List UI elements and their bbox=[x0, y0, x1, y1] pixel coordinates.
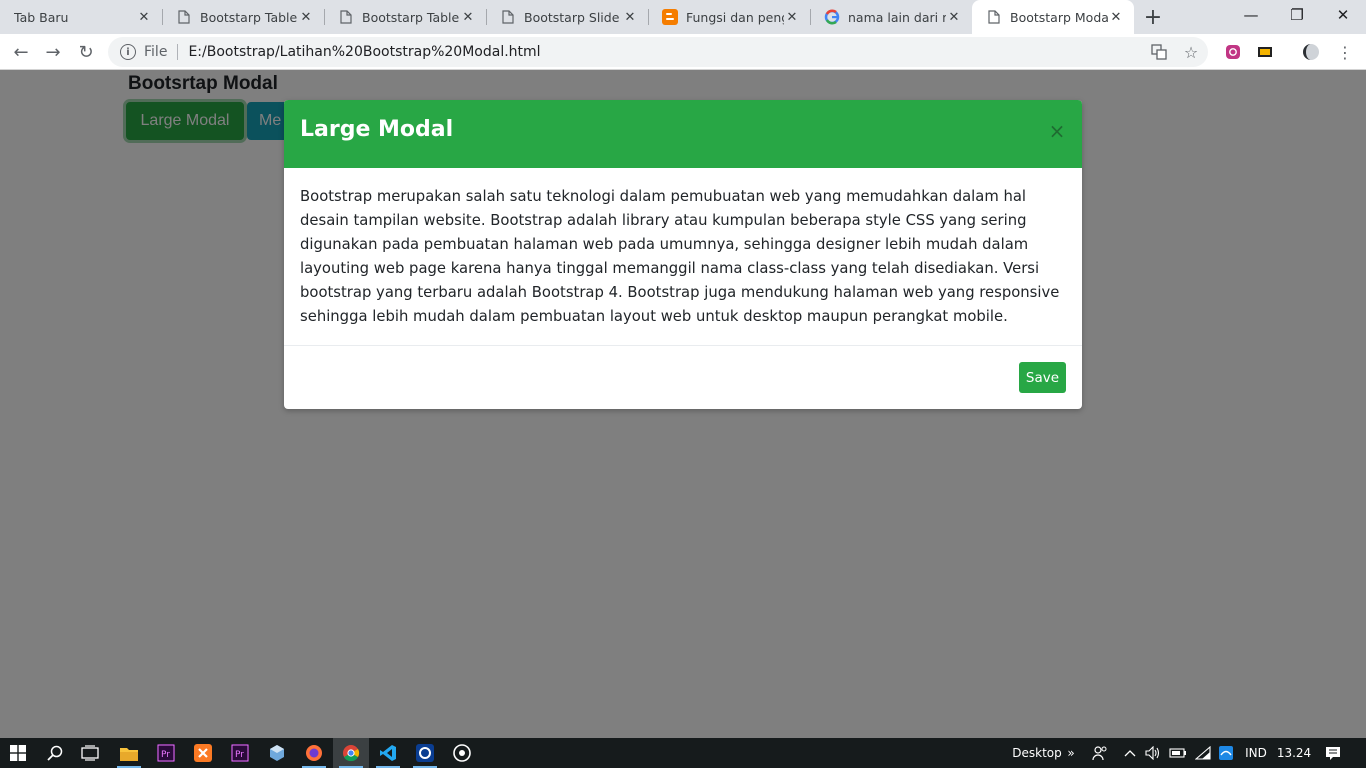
page-content: Bootsrtap Modal Large Modal Me Large Mod… bbox=[0, 70, 1366, 738]
tab-close-icon[interactable]: ✕ bbox=[622, 9, 638, 25]
tab-label: Bootstarp Slide bbox=[524, 9, 620, 25]
minimize-icon[interactable]: — bbox=[1228, 0, 1274, 30]
task-view-icon[interactable] bbox=[72, 738, 108, 768]
close-window-icon[interactable]: ✕ bbox=[1320, 0, 1366, 30]
scheme-label: File bbox=[144, 44, 168, 60]
clock[interactable]: 13.24 bbox=[1272, 738, 1316, 768]
extension-icon[interactable] bbox=[1255, 42, 1275, 62]
modal-footer: Save bbox=[284, 346, 1082, 409]
battery-icon[interactable] bbox=[1168, 738, 1188, 768]
virtualbox-icon[interactable] bbox=[259, 738, 295, 768]
menu-kebab-icon[interactable]: ⋮ bbox=[1335, 42, 1355, 62]
tab-bootstrap-table-2[interactable]: Bootstarp Table ✕ bbox=[324, 0, 486, 34]
network-app-icon[interactable] bbox=[1216, 738, 1236, 768]
svg-text:Pr: Pr bbox=[161, 750, 170, 760]
xampp-icon[interactable] bbox=[185, 738, 221, 768]
tab-label: Tab Baru bbox=[14, 9, 69, 25]
svg-text:Pr: Pr bbox=[235, 750, 244, 760]
tab-label: Bootstarp Modal bbox=[1010, 9, 1108, 25]
tab-tab-baru[interactable]: Tab Baru ✕ bbox=[0, 0, 162, 34]
premiere-icon-2[interactable]: Pr bbox=[222, 738, 258, 768]
page-icon bbox=[986, 9, 1002, 25]
tab-close-icon[interactable]: ✕ bbox=[136, 9, 152, 25]
action-center-icon[interactable] bbox=[1318, 738, 1348, 768]
forward-arrow-icon[interactable]: → bbox=[41, 40, 65, 64]
reload-icon[interactable]: ↻ bbox=[74, 40, 98, 64]
instagram-extension-icon[interactable] bbox=[1223, 42, 1243, 62]
tab-bootstrap-table-1[interactable]: Bootstarp Table ✕ bbox=[162, 0, 324, 34]
vscode-icon[interactable] bbox=[370, 738, 406, 768]
page-icon bbox=[338, 9, 354, 25]
tab-fungsi[interactable]: Fungsi dan pengertian ✕ bbox=[648, 0, 810, 34]
modal-body: Bootstrap merupakan salah satu teknologi… bbox=[284, 168, 1082, 346]
bookmark-star-icon[interactable]: ☆ bbox=[1181, 42, 1201, 62]
search-icon[interactable] bbox=[37, 738, 73, 768]
premiere-icon[interactable]: Pr bbox=[148, 738, 184, 768]
profile-avatar[interactable] bbox=[1301, 42, 1321, 62]
modal-title: Large Modal bbox=[300, 117, 454, 142]
url-text[interactable]: E:/Bootstrap/Latihan%20Bootstrap%20Modal… bbox=[188, 44, 540, 60]
browser-toolbar: ← → ↻ i File E:/Bootstrap/Latihan%20Boot… bbox=[0, 34, 1366, 70]
modal-header: Large Modal × bbox=[284, 100, 1082, 168]
tab-strip: Tab Baru ✕ Bootstarp Table ✕ Bootstarp T… bbox=[0, 0, 1366, 34]
page-icon bbox=[176, 9, 192, 25]
file-explorer-icon[interactable] bbox=[111, 738, 147, 768]
tab-close-icon[interactable]: ✕ bbox=[784, 9, 800, 25]
tab-label: Bootstarp Table bbox=[200, 9, 298, 25]
tab-label: Fungsi dan pengertian bbox=[686, 9, 784, 25]
windows-taskbar: Pr Pr Desktop » IND 13.24 bbox=[0, 738, 1366, 768]
people-icon[interactable] bbox=[1089, 738, 1111, 768]
firefox-icon[interactable] bbox=[296, 738, 332, 768]
windows-start-icon[interactable] bbox=[0, 738, 36, 768]
large-modal: Large Modal × Bootstrap merupakan salah … bbox=[284, 100, 1082, 409]
address-bar[interactable]: i File E:/Bootstrap/Latihan%20Bootstrap%… bbox=[108, 37, 1208, 67]
back-arrow-icon[interactable]: ← bbox=[9, 40, 33, 64]
address-separator bbox=[177, 44, 179, 60]
show-hidden-icons-chevron-icon[interactable] bbox=[1120, 738, 1140, 768]
desktop-toolbar-label[interactable]: Desktop bbox=[1008, 738, 1066, 768]
tab-bootstrap-slide[interactable]: Bootstarp Slide ✕ bbox=[486, 0, 648, 34]
tab-close-icon[interactable]: ✕ bbox=[460, 9, 476, 25]
language-indicator[interactable]: IND bbox=[1240, 738, 1272, 768]
new-tab-plus-icon[interactable]: + bbox=[1138, 0, 1168, 34]
blogger-icon bbox=[662, 9, 678, 25]
tab-close-icon[interactable]: ✕ bbox=[946, 9, 962, 25]
info-icon[interactable]: i bbox=[120, 44, 136, 60]
close-icon[interactable]: × bbox=[1046, 120, 1068, 142]
obs-icon[interactable] bbox=[444, 738, 480, 768]
wifi-icon[interactable] bbox=[1193, 738, 1213, 768]
page-icon bbox=[500, 9, 516, 25]
save-button[interactable]: Save bbox=[1019, 362, 1066, 393]
translate-icon[interactable] bbox=[1149, 42, 1169, 62]
app-icon[interactable] bbox=[407, 738, 443, 768]
tab-close-icon[interactable]: ✕ bbox=[298, 9, 314, 25]
chevron-right-icon[interactable]: » bbox=[1064, 738, 1078, 768]
tab-close-icon[interactable]: ✕ bbox=[1108, 9, 1124, 25]
tab-nama-lain[interactable]: nama lain dari menu ✕ bbox=[810, 0, 972, 34]
restore-icon[interactable]: ❐ bbox=[1274, 0, 1320, 30]
chrome-icon[interactable] bbox=[333, 738, 369, 768]
volume-icon[interactable] bbox=[1143, 738, 1163, 768]
tab-label: Bootstarp Table bbox=[362, 9, 460, 25]
tab-label: nama lain dari menu bbox=[848, 9, 946, 25]
google-icon bbox=[824, 9, 840, 25]
tab-bootstrap-modal[interactable]: Bootstarp Modal ✕ bbox=[972, 0, 1134, 34]
